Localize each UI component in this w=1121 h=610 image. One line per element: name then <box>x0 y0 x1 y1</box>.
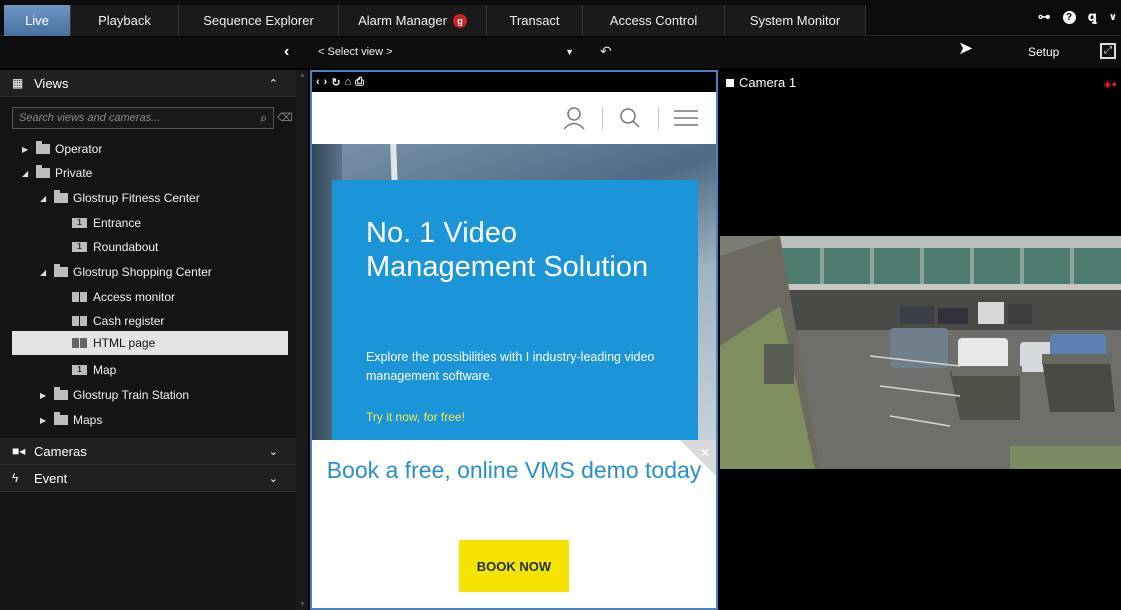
tab-access-control[interactable]: Access Control <box>582 5 724 36</box>
scroll-down-icon[interactable]: ▼ <box>299 601 306 608</box>
clear-filter-icon[interactable]: ⌫ <box>277 111 293 124</box>
tree-view-html-page-selected[interactable]: HTML page <box>12 331 288 355</box>
main-tab-bar: Live Playback Sequence Explorer Alarm Ma… <box>0 0 1121 36</box>
collapse-arrow-icon[interactable]: ◢ <box>40 268 54 277</box>
setup-button[interactable]: Setup <box>1028 45 1059 59</box>
tab-playback[interactable]: Playback <box>70 5 178 36</box>
tree-view-cash-register[interactable]: Cash register <box>72 310 164 332</box>
tree-view-access-monitor[interactable]: Access monitor <box>72 286 175 308</box>
chevron-down-icon[interactable]: ∨ <box>1109 12 1117 23</box>
split-view-icon <box>72 338 87 348</box>
tree-view-html-page[interactable]: HTML page <box>72 332 155 354</box>
html-page-view: ‹ › ↻ ⌂ ⎙ No. 1 Video Management Solutio… <box>310 70 718 610</box>
panel-scrollbar[interactable]: ▲ ▼ <box>296 70 308 610</box>
search-icon[interactable] <box>618 106 642 130</box>
mouse-cursor-icon: ➤ <box>958 38 974 58</box>
split-view-icon <box>72 292 87 302</box>
select-view-dropdown[interactable]: < Select view > ▼ <box>312 41 580 63</box>
tree-folder-private[interactable]: ◢ Private <box>22 162 92 184</box>
forward-icon[interactable]: › <box>324 76 328 88</box>
folder-icon <box>54 264 68 277</box>
collapse-arrow-icon[interactable]: ◢ <box>22 169 36 178</box>
header-divider <box>602 106 603 130</box>
folder-icon <box>54 412 68 425</box>
hero-title: No. 1 Video Management Solution <box>366 217 649 283</box>
user-icon[interactable] <box>562 106 586 130</box>
scroll-up-icon[interactable]: ▲ <box>299 72 306 79</box>
chevron-up-icon: ⌃ <box>268 77 278 90</box>
folder-icon <box>54 190 68 203</box>
single-view-icon: 1 <box>72 218 87 228</box>
split-view-icon <box>72 316 87 326</box>
tab-live[interactable]: Live <box>4 5 70 36</box>
tree-folder-glostrup-fitness-center[interactable]: ◢ Glostrup Fitness Center <box>40 187 200 209</box>
camera-icon: ■◂ <box>12 444 26 458</box>
key-icon[interactable]: ꝗ <box>1088 9 1097 25</box>
search-input[interactable]: Search views and cameras... ⌕ <box>12 107 274 129</box>
camera-icon <box>726 78 734 87</box>
refresh-icon[interactable]: ↻ <box>331 76 340 89</box>
folder-icon <box>54 387 68 400</box>
hero-banner: No. 1 Video Management Solution Explore … <box>312 144 716 444</box>
tree-view-entrance[interactable]: 1 Entrance <box>72 212 141 234</box>
chevron-down-icon: ⌄ <box>268 472 278 485</box>
try-free-link[interactable]: Try it now, for free! <box>366 410 465 424</box>
tree-view-map[interactable]: 1 Map <box>72 359 116 381</box>
print-icon[interactable]: ⎙ <box>355 76 364 89</box>
help-icon[interactable]: ? <box>1062 10 1076 24</box>
collapse-panel-icon[interactable]: ‹ <box>284 43 289 61</box>
browser-toolbar: ‹ › ↻ ⌂ ⎙ <box>312 72 716 92</box>
views-header[interactable]: ▦ Views ⌃ <box>0 70 296 97</box>
book-now-button[interactable]: BOOK NOW <box>459 540 569 592</box>
view-toolbar: ‹ < Select view > ▼ ↶ <box>0 37 1121 68</box>
tab-transact[interactable]: Transact <box>486 5 582 36</box>
camera-title: Camera 1 <box>726 75 796 90</box>
expand-arrow-icon[interactable]: ▶ <box>40 391 54 400</box>
tree-folder-glostrup-shopping-center[interactable]: ◢ Glostrup Shopping Center <box>40 261 212 283</box>
search-icon[interactable]: ⌕ <box>260 111 267 126</box>
recording-indicator-icon: ◉● <box>1103 79 1117 89</box>
expand-arrow-icon[interactable]: ▶ <box>40 416 54 425</box>
back-icon[interactable]: ‹ <box>316 76 320 88</box>
camera-view[interactable]: Camera 1 ◉● <box>720 70 1121 610</box>
top-right-icons: ⊶ ? ꝗ ∨ <box>1038 9 1117 25</box>
folder-icon <box>36 141 50 154</box>
alarm-badge: g <box>452 13 467 28</box>
tab-alarm-manager[interactable]: Alarm Manager g <box>338 5 486 36</box>
undo-icon[interactable]: ↶ <box>600 43 612 60</box>
tree-folder-glostrup-train-station[interactable]: ▶ Glostrup Train Station <box>40 384 189 406</box>
collapse-arrow-icon[interactable]: ◢ <box>40 194 54 203</box>
site-header <box>312 92 716 144</box>
chevron-down-icon: ⌄ <box>268 445 278 458</box>
hero-text: Explore the possibilities with I industr… <box>366 350 655 383</box>
tab-system-monitor[interactable]: System Monitor <box>724 5 866 36</box>
chevron-down-icon: ▼ <box>565 47 574 57</box>
tree-folder-maps[interactable]: ▶ Maps <box>40 409 102 431</box>
tab-sequence-explorer[interactable]: Sequence Explorer <box>178 5 338 36</box>
folder-icon <box>36 165 50 178</box>
views-panel: ▦ Views ⌃ Search views and cameras... ⌕ … <box>0 70 296 610</box>
home-icon[interactable]: ⌂ <box>345 76 352 88</box>
demo-promo: ✕ Book a free, online VMS demo today BOO… <box>312 440 716 608</box>
lightning-icon: ϟ <box>12 471 19 485</box>
fullscreen-icon[interactable]: ⤢ <box>1100 43 1116 59</box>
event-header[interactable]: ϟ Event ⌄ <box>0 465 296 492</box>
single-view-icon: 1 <box>72 365 87 375</box>
hamburger-menu-icon[interactable] <box>674 108 698 128</box>
connection-icon[interactable]: ⊶ <box>1038 9 1051 25</box>
header-divider <box>658 106 659 130</box>
grid-icon: ▦ <box>12 76 24 90</box>
tree-folder-operator[interactable]: ▶ Operator <box>22 138 102 160</box>
hero-card: No. 1 Video Management Solution Explore … <box>332 180 698 444</box>
tree-view-roundabout[interactable]: 1 Roundabout <box>72 236 158 258</box>
promo-title: Book a free, online VMS demo today <box>326 457 702 483</box>
camera-feed-image <box>720 236 1121 469</box>
expand-arrow-icon[interactable]: ▶ <box>22 145 36 154</box>
cameras-header[interactable]: ■◂ Cameras ⌄ <box>0 438 296 465</box>
single-view-icon: 1 <box>72 242 87 252</box>
